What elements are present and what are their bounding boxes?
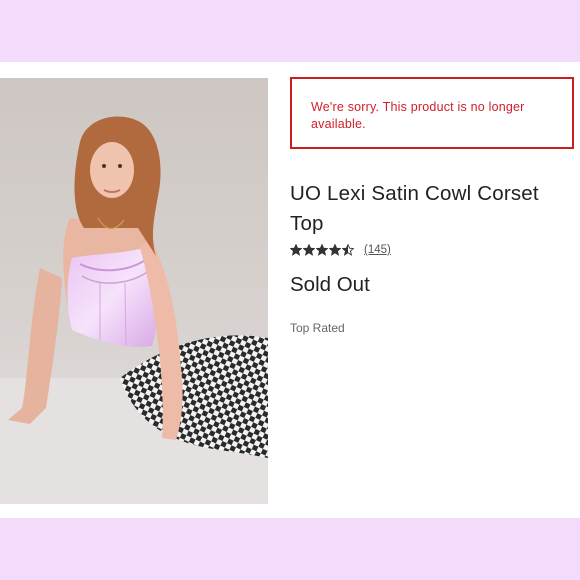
- star-full-icon: [329, 244, 341, 256]
- star-full-icon: [303, 244, 315, 256]
- top-rated-badge: Top Rated: [290, 321, 345, 335]
- star-full-icon: [290, 244, 302, 256]
- star-half-icon: [342, 244, 354, 256]
- product-photo: [0, 78, 268, 504]
- star-full-icon: [316, 244, 328, 256]
- availability-status: Sold Out: [290, 273, 370, 296]
- unavailable-notice-text: We're sorry. This product is no longer a…: [311, 100, 525, 131]
- unavailable-notice: We're sorry. This product is no longer a…: [290, 77, 574, 149]
- product-card: We're sorry. This product is no longer a…: [0, 62, 580, 518]
- review-count-link[interactable]: (145): [364, 244, 391, 256]
- rating-stars: [290, 244, 355, 256]
- product-rating[interactable]: (145): [290, 242, 391, 258]
- product-title: UO Lexi Satin Cowl Corset Top: [290, 182, 539, 235]
